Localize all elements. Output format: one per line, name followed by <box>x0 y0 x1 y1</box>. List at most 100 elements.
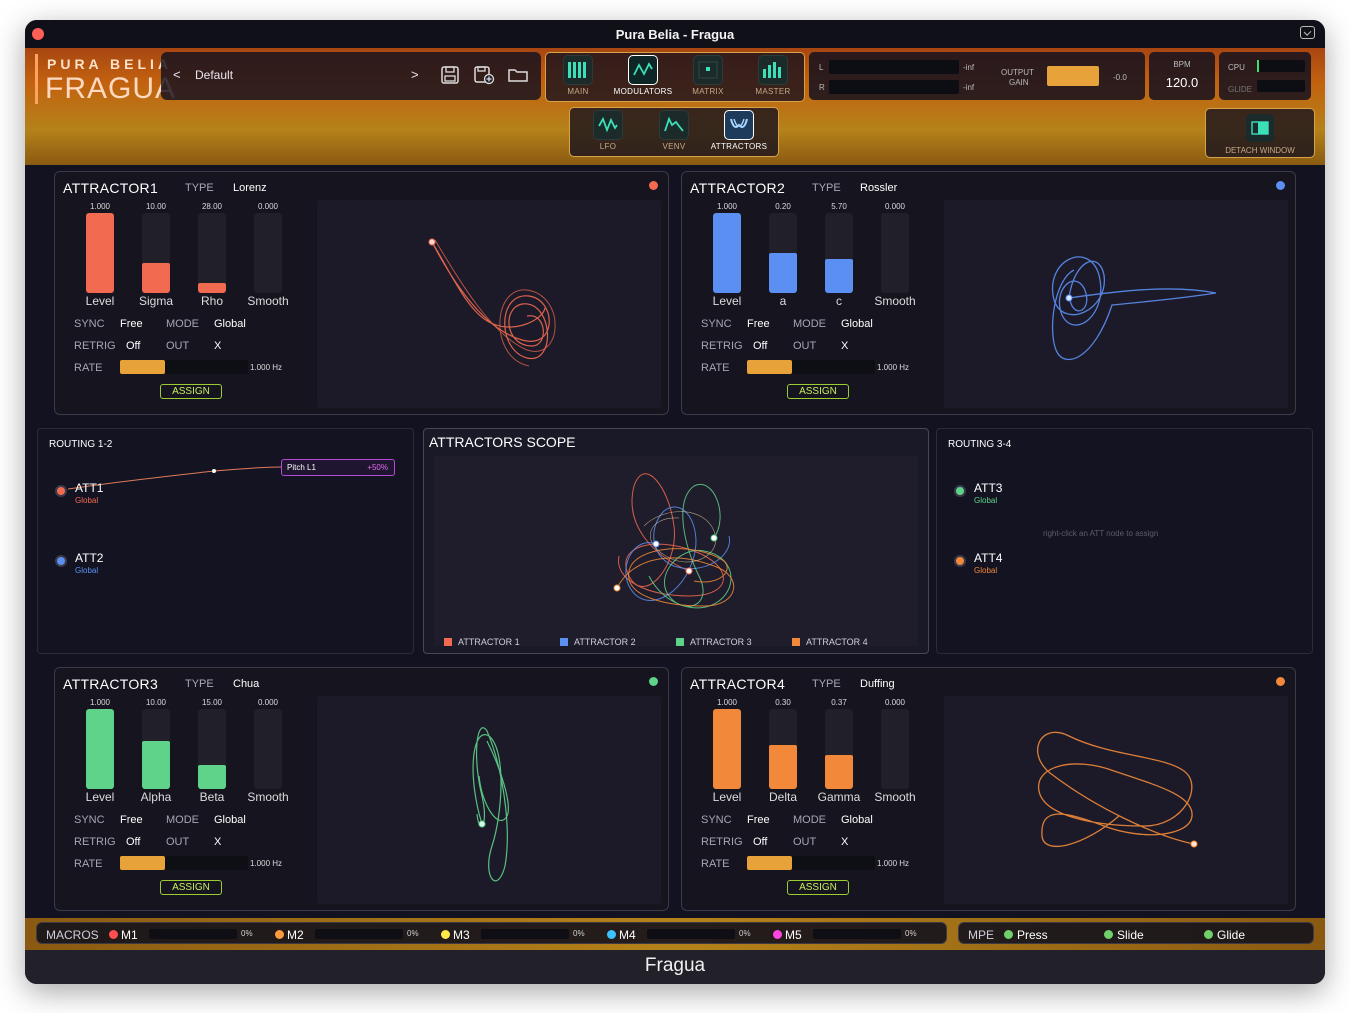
type-selector[interactable]: Rossler <box>860 182 897 194</box>
out-value[interactable]: X <box>841 836 848 848</box>
output-gain-value: -0.0 <box>1113 73 1127 82</box>
type-selector[interactable]: Lorenz <box>233 182 267 194</box>
retrig-value[interactable]: Off <box>126 340 140 352</box>
rate-value: 1.000 Hz <box>250 859 283 868</box>
slider-c[interactable] <box>825 213 853 293</box>
slider-level[interactable] <box>86 709 114 789</box>
tab-lfo[interactable]: LFO <box>578 108 638 156</box>
matrix-icon <box>693 55 723 85</box>
slider-smooth[interactable] <box>881 709 909 789</box>
mpe-press-dot[interactable] <box>1004 930 1013 939</box>
macro-m1-slider[interactable] <box>149 929 237 939</box>
save-icon[interactable] <box>439 65 461 85</box>
sync-value[interactable]: Free <box>120 814 143 826</box>
slider-smooth[interactable] <box>881 213 909 293</box>
slider-label: Level <box>712 294 742 308</box>
att1-node[interactable] <box>55 485 67 497</box>
att4-node[interactable] <box>954 555 966 567</box>
legend-attractor-1: ATTRACTOR 1 <box>444 637 520 647</box>
retrig-label: RETRIG <box>701 836 743 848</box>
type-selector[interactable]: Duffing <box>860 678 895 690</box>
out-value[interactable]: X <box>214 340 221 352</box>
assign-button[interactable]: ASSIGN <box>787 880 849 895</box>
out-value[interactable]: X <box>841 340 848 352</box>
save-as-icon[interactable] <box>473 65 495 85</box>
slider-delta[interactable] <box>769 709 797 789</box>
mode-value[interactable]: Global <box>841 814 873 826</box>
mode-value[interactable]: Global <box>214 318 246 330</box>
macro-m3-slider[interactable] <box>481 929 569 939</box>
preset-selector[interactable]: < Default > <box>161 52 541 100</box>
modulation-target[interactable]: Pitch L1 +50% <box>281 459 395 476</box>
tab-master[interactable]: MASTER <box>743 53 803 101</box>
slider-a[interactable] <box>769 213 797 293</box>
mpe-glide-dot[interactable] <box>1204 930 1213 939</box>
preset-prev-button[interactable]: < <box>173 67 181 82</box>
tab-matrix[interactable]: MATRIX <box>678 53 738 101</box>
assign-button[interactable]: ASSIGN <box>160 384 222 399</box>
tab-attractors[interactable]: ATTRACTORS <box>709 108 769 156</box>
slider-beta[interactable] <box>198 709 226 789</box>
slider-alpha[interactable] <box>142 709 170 789</box>
rate-fill <box>747 856 792 870</box>
macro-m3-dot <box>441 930 450 939</box>
out-value[interactable]: X <box>214 836 221 848</box>
macro-m3-name: M3 <box>453 928 470 942</box>
preset-name[interactable]: Default <box>195 68 233 82</box>
meter-right-track <box>829 80 959 94</box>
slider-fill <box>713 709 741 789</box>
sync-value[interactable]: Free <box>747 814 770 826</box>
folder-icon[interactable] <box>507 65 529 85</box>
att3-node[interactable] <box>954 485 966 497</box>
slider-label: Gamma <box>817 790 861 804</box>
slider-rho[interactable] <box>198 213 226 293</box>
output-gain-label-2: GAIN <box>1009 78 1029 87</box>
mpe-slide-dot[interactable] <box>1104 930 1113 939</box>
rate-slider[interactable] <box>747 856 875 870</box>
macro-m4-slider[interactable] <box>647 929 735 939</box>
close-window-button[interactable] <box>32 28 44 40</box>
tab-main[interactable]: MAIN <box>548 53 608 101</box>
type-selector[interactable]: Chua <box>233 678 259 690</box>
macro-m2-slider[interactable] <box>315 929 403 939</box>
retrig-value[interactable]: Off <box>753 836 767 848</box>
slider-value: 1.000 <box>716 698 738 707</box>
rate-slider[interactable] <box>120 856 248 870</box>
preset-next-button[interactable]: > <box>411 67 419 82</box>
retrig-value[interactable]: Off <box>753 340 767 352</box>
slider-value: 1.000 <box>89 202 111 211</box>
sync-value[interactable]: Free <box>120 318 143 330</box>
sync-value[interactable]: Free <box>747 318 770 330</box>
slider-sigma[interactable] <box>142 213 170 293</box>
slider-gamma[interactable] <box>825 709 853 789</box>
slider-smooth[interactable] <box>254 709 282 789</box>
output-gain-knob[interactable] <box>1047 66 1099 86</box>
assign-button[interactable]: ASSIGN <box>787 384 849 399</box>
slider-level[interactable] <box>86 213 114 293</box>
macro-m5-slider[interactable] <box>813 929 901 939</box>
slider-label: Delta <box>768 790 797 804</box>
mode-value[interactable]: Global <box>214 814 246 826</box>
detach-label: DETACH WINDOW <box>1225 146 1295 155</box>
mode-value[interactable]: Global <box>841 318 873 330</box>
slider-label: Level <box>85 294 115 308</box>
att3-node-sub: Global <box>974 496 998 505</box>
slider-label: Alpha <box>140 790 172 804</box>
tab-venv[interactable]: VENV <box>644 108 704 156</box>
tab-modulators[interactable]: MODULATORS <box>613 53 673 101</box>
rate-slider[interactable] <box>120 360 248 374</box>
slider-smooth[interactable] <box>254 213 282 293</box>
slider-value: 0.000 <box>257 698 279 707</box>
slider-level[interactable] <box>713 213 741 293</box>
slider-level[interactable] <box>713 709 741 789</box>
mode-label: MODE <box>166 814 199 826</box>
att2-node[interactable] <box>55 555 67 567</box>
att1-node-sub: Global <box>75 496 99 505</box>
retrig-value[interactable]: Off <box>126 836 140 848</box>
slider-label: Smooth <box>874 294 916 308</box>
assign-button[interactable]: ASSIGN <box>160 880 222 895</box>
detach-icon <box>1246 114 1274 142</box>
detach-window-button[interactable]: DETACH WINDOW <box>1205 108 1315 158</box>
download-icon[interactable] <box>1300 26 1315 39</box>
rate-slider[interactable] <box>747 360 875 374</box>
